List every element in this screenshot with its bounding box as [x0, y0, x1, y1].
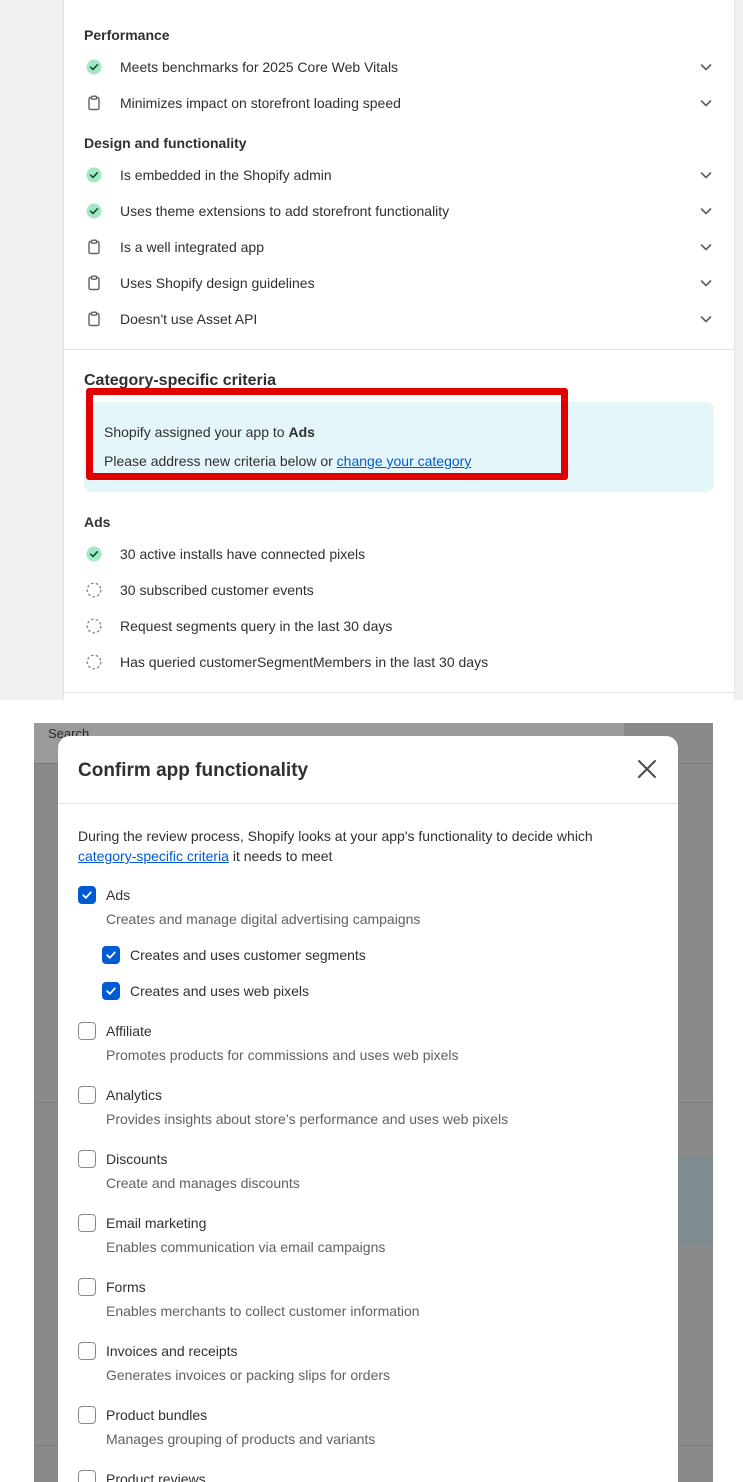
clipboard-icon	[86, 239, 102, 255]
check-circle-icon	[86, 203, 102, 219]
option-description: Generates invoices or packing slips for …	[106, 1367, 391, 1383]
highlight-box	[86, 388, 568, 480]
criteria-row[interactable]: Doesn't use Asset API	[84, 301, 714, 337]
confirm-functionality-modal: Confirm app functionality During the rev…	[58, 736, 678, 1482]
option-checkbox[interactable]	[78, 1278, 96, 1296]
dashed-circle-icon	[86, 582, 102, 598]
option-checkbox[interactable]	[102, 982, 120, 1000]
option-label[interactable]: Discounts	[106, 1151, 167, 1167]
criteria-label: Uses Shopify design guidelines	[120, 275, 315, 291]
option-checkbox[interactable]	[78, 1406, 96, 1424]
criteria-row[interactable]: Minimizes impact on storefront loading s…	[84, 85, 714, 121]
criteria-label: Is a well integrated app	[120, 239, 264, 255]
option-label[interactable]: Creates and uses web pixels	[130, 983, 309, 999]
option-label[interactable]: Product bundles	[106, 1407, 207, 1423]
criteria-row[interactable]: Meets benchmarks for 2025 Core Web Vital…	[84, 49, 714, 85]
criteria-row: 30 subscribed customer events	[84, 572, 714, 608]
criteria-row[interactable]: Is embedded in the Shopify admin	[84, 157, 714, 193]
criteria-label: Is embedded in the Shopify admin	[120, 167, 332, 183]
check-circle-icon	[86, 59, 102, 75]
chevron-down-icon[interactable]	[698, 275, 714, 291]
dashed-circle-icon	[86, 618, 102, 634]
criteria-row: Request segments query in the last 30 da…	[84, 608, 714, 644]
criteria-card: Performance Meets benchmarks for 2025 Co…	[63, 0, 735, 700]
criteria-label: Has queried customerSegmentMembers in th…	[120, 654, 489, 670]
criteria-row[interactable]: Uses Shopify design guidelines	[84, 265, 714, 301]
modal-header: Confirm app functionality	[58, 736, 678, 804]
criteria-row[interactable]: Is a well integrated app	[84, 229, 714, 265]
option-checkbox[interactable]	[78, 1086, 96, 1104]
option-checkbox[interactable]	[78, 1022, 96, 1040]
check-circle-icon	[86, 167, 102, 183]
chevron-down-icon[interactable]	[698, 311, 714, 327]
option-description: Create and manages discounts	[106, 1175, 300, 1191]
option-label[interactable]: Invoices and receipts	[106, 1343, 238, 1359]
clipboard-icon	[86, 95, 102, 111]
chevron-down-icon[interactable]	[698, 167, 714, 183]
chevron-down-icon[interactable]	[698, 239, 714, 255]
option-label[interactable]: Forms	[106, 1279, 146, 1295]
modal-intro: During the review process, Shopify looks…	[78, 828, 593, 864]
option-checkbox[interactable]	[78, 1214, 96, 1232]
chevron-down-icon[interactable]	[698, 203, 714, 219]
option-checkbox[interactable]	[102, 946, 120, 964]
option-description: Promotes products for commissions and us…	[106, 1047, 459, 1063]
chevron-down-icon[interactable]	[698, 95, 714, 111]
option-description: Enables merchants to collect customer in…	[106, 1303, 420, 1319]
option-checkbox[interactable]	[78, 1150, 96, 1168]
modal-overlay: ⌕ Search Confirm app functionality Durin…	[34, 723, 713, 1482]
criteria-row: Has queried customerSegmentMembers in th…	[84, 644, 714, 680]
clipboard-icon	[86, 275, 102, 291]
option-description: Enables communication via email campaign…	[106, 1239, 386, 1255]
check-circle-icon	[86, 546, 102, 562]
criteria-label: Doesn't use Asset API	[120, 311, 258, 327]
option-label[interactable]: Analytics	[106, 1087, 162, 1103]
criteria-row: 30 active installs have connected pixels	[84, 536, 714, 572]
option-label[interactable]: Affiliate	[106, 1023, 152, 1039]
clipboard-icon	[86, 311, 102, 327]
divider	[64, 692, 734, 693]
dashed-circle-icon	[86, 654, 102, 670]
design-heading: Design and functionality	[84, 135, 247, 151]
option-label[interactable]: Email marketing	[106, 1215, 206, 1231]
ads-heading: Ads	[84, 514, 111, 530]
performance-heading: Performance	[84, 27, 170, 43]
criteria-label: 30 active installs have connected pixels	[120, 546, 366, 562]
chevron-down-icon[interactable]	[698, 59, 714, 75]
option-label[interactable]: Product reviews	[106, 1471, 206, 1482]
option-description: Manages grouping of products and variant…	[106, 1431, 376, 1447]
option-checkbox[interactable]	[78, 886, 96, 904]
criteria-panel: Performance Meets benchmarks for 2025 Co…	[0, 0, 743, 700]
category-criteria-link[interactable]: category-specific criteria	[78, 848, 229, 864]
option-label[interactable]: Creates and uses customer segments	[130, 947, 366, 963]
criteria-label: Uses theme extensions to add storefront …	[120, 203, 450, 219]
background-banner	[673, 1155, 713, 1245]
option-description: Creates and manage digital advertising c…	[106, 911, 421, 927]
option-label[interactable]: Ads	[106, 887, 130, 903]
criteria-row[interactable]: Uses theme extensions to add storefront …	[84, 193, 714, 229]
modal-title: Confirm app functionality	[78, 760, 309, 781]
option-checkbox[interactable]	[78, 1342, 96, 1360]
close-icon[interactable]	[636, 758, 658, 780]
criteria-label: Minimizes impact on storefront loading s…	[120, 95, 401, 111]
option-description: Provides insights about store’s performa…	[106, 1111, 509, 1127]
divider	[64, 349, 734, 350]
criteria-label: Request segments query in the last 30 da…	[120, 618, 393, 634]
option-checkbox[interactable]	[78, 1470, 96, 1482]
criteria-label: Meets benchmarks for 2025 Core Web Vital…	[120, 59, 399, 75]
criteria-label: 30 subscribed customer events	[120, 582, 314, 598]
